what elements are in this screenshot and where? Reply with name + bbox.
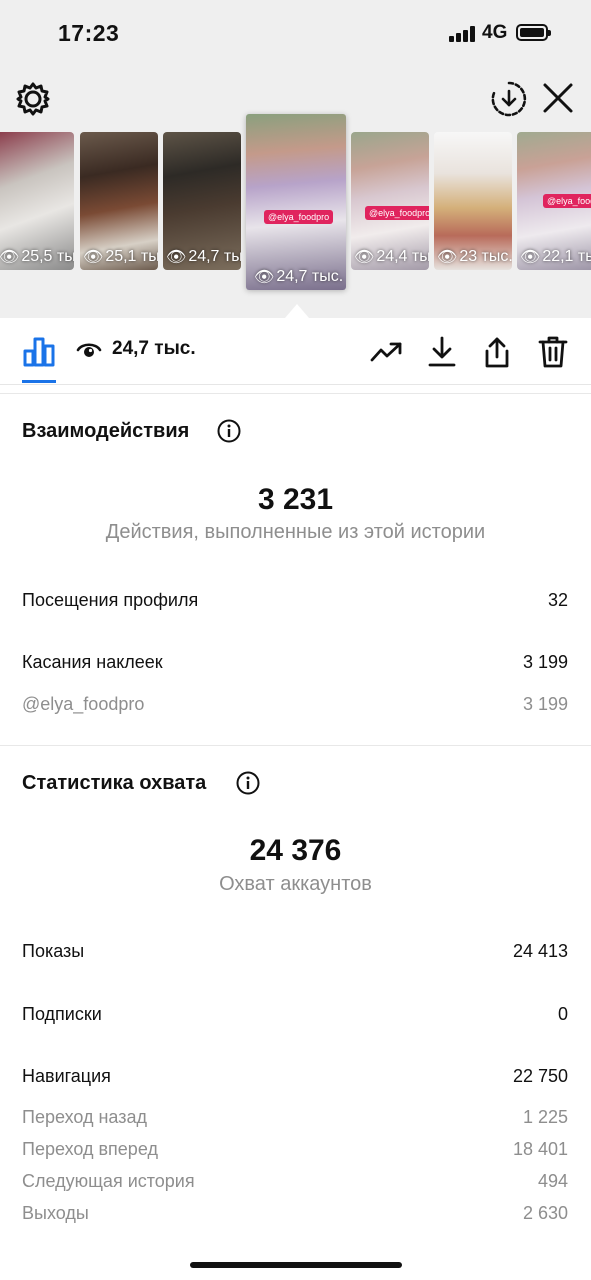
share-icon[interactable] xyxy=(480,336,514,368)
story-views: 👁25,5 тыс xyxy=(0,248,74,266)
divider xyxy=(0,393,591,394)
eye-icon xyxy=(76,340,102,360)
story-thumbnail-active[interactable]: @elya_foodpro 👁 24,7 тыс. xyxy=(246,114,346,290)
follows-label: Подписки xyxy=(22,1004,102,1024)
story-views: 👁24,7 тыс xyxy=(166,248,241,266)
info-icon[interactable] xyxy=(236,771,260,795)
story-sticker: @elya_foodpro xyxy=(543,194,591,208)
story-thumbnails: 👁25,5 тыс 👁25,1 тыс 👁24,7 тыс @elya_food… xyxy=(0,114,591,292)
sticker-mention-value: 3 199 xyxy=(522,694,568,714)
views-count: 24,7 тыс. xyxy=(112,338,196,359)
reach-caption: Охват аккаунтов xyxy=(219,873,372,895)
close-icon[interactable] xyxy=(540,80,576,116)
story-thumbnail[interactable]: 👁25,1 тыс xyxy=(80,132,158,270)
divider xyxy=(0,745,591,746)
impressions-value: 24 413 xyxy=(512,941,568,961)
status-bar: 17:23 4G xyxy=(0,0,591,66)
story-thumbnail[interactable]: @elya_foodpro 👁22,1 тыс xyxy=(517,132,591,270)
reach-title: Статистика охвата xyxy=(22,772,207,794)
forward-label: Переход вперед xyxy=(22,1139,158,1159)
story-thumbnail[interactable]: 👁25,5 тыс xyxy=(0,132,74,270)
bar-chart-icon[interactable] xyxy=(22,334,56,368)
forward-value: 18 401 xyxy=(512,1139,568,1159)
story-views: 👁22,1 тыс xyxy=(520,248,591,266)
download-icon[interactable] xyxy=(425,336,459,368)
follows-value: 0 xyxy=(557,1004,568,1024)
gear-icon[interactable] xyxy=(14,80,52,118)
download-circle-icon[interactable] xyxy=(490,80,528,118)
navigation-label: Навигация xyxy=(22,1066,111,1086)
story-views: 👁25,1 тыс xyxy=(83,248,158,266)
story-views: 👁24,4 тыс xyxy=(354,248,429,266)
profile-visits-label: Посещения профиля xyxy=(22,590,199,610)
impressions-label: Показы xyxy=(22,941,85,961)
insights-toolbar: 24,7 тыс. xyxy=(0,318,591,385)
back-label: Переход назад xyxy=(22,1107,148,1127)
story-thumbnail[interactable]: @elya_foodpro 👁24,4 тыс xyxy=(351,132,429,270)
sticker-mention-label[interactable]: @elya_foodpro xyxy=(22,694,144,715)
status-time: 17:23 xyxy=(58,20,120,46)
interactions-caption: Действия, выполненные из этой истории xyxy=(105,521,486,543)
story-thumbnail[interactable]: 👁 23 тыс. xyxy=(434,132,512,270)
next-story-label: Следующая история xyxy=(22,1171,195,1191)
sticker-taps-value: 3 199 xyxy=(522,652,568,672)
interactions-total: 3 231 xyxy=(257,483,334,516)
story-sticker: @elya_foodpro xyxy=(264,210,334,224)
navigation-value: 22 750 xyxy=(512,1066,568,1086)
sticker-taps-label: Касания наклеек xyxy=(22,652,163,672)
interactions-title: Взаимодействия xyxy=(22,420,190,442)
active-story-pointer xyxy=(285,304,309,318)
story-views: 👁 24,7 тыс. xyxy=(254,268,344,286)
exits-label: Выходы xyxy=(22,1203,89,1223)
trending-up-icon[interactable] xyxy=(369,336,403,368)
signal-icon xyxy=(449,26,477,42)
profile-visits-value: 32 xyxy=(547,590,568,610)
exits-value: 2 630 xyxy=(522,1203,568,1223)
back-value: 1 225 xyxy=(522,1107,568,1127)
info-icon[interactable] xyxy=(217,419,241,443)
story-thumbnail[interactable]: 👁24,7 тыс xyxy=(163,132,241,270)
reach-total: 24 376 xyxy=(249,834,342,867)
network-type: 4G xyxy=(482,22,508,43)
story-views: 👁 23 тыс. xyxy=(437,248,512,266)
story-sticker: @elya_foodpro xyxy=(365,206,429,220)
story-header-area: 17:23 4G 👁 25,5 ты 👁 25,1 ты 👁 24,7 ты @… xyxy=(0,0,591,318)
trash-icon[interactable] xyxy=(536,336,570,368)
home-indicator[interactable] xyxy=(190,1262,402,1268)
next-story-value: 494 xyxy=(537,1171,568,1191)
battery-icon xyxy=(516,24,551,41)
active-tab-indicator xyxy=(22,380,56,383)
